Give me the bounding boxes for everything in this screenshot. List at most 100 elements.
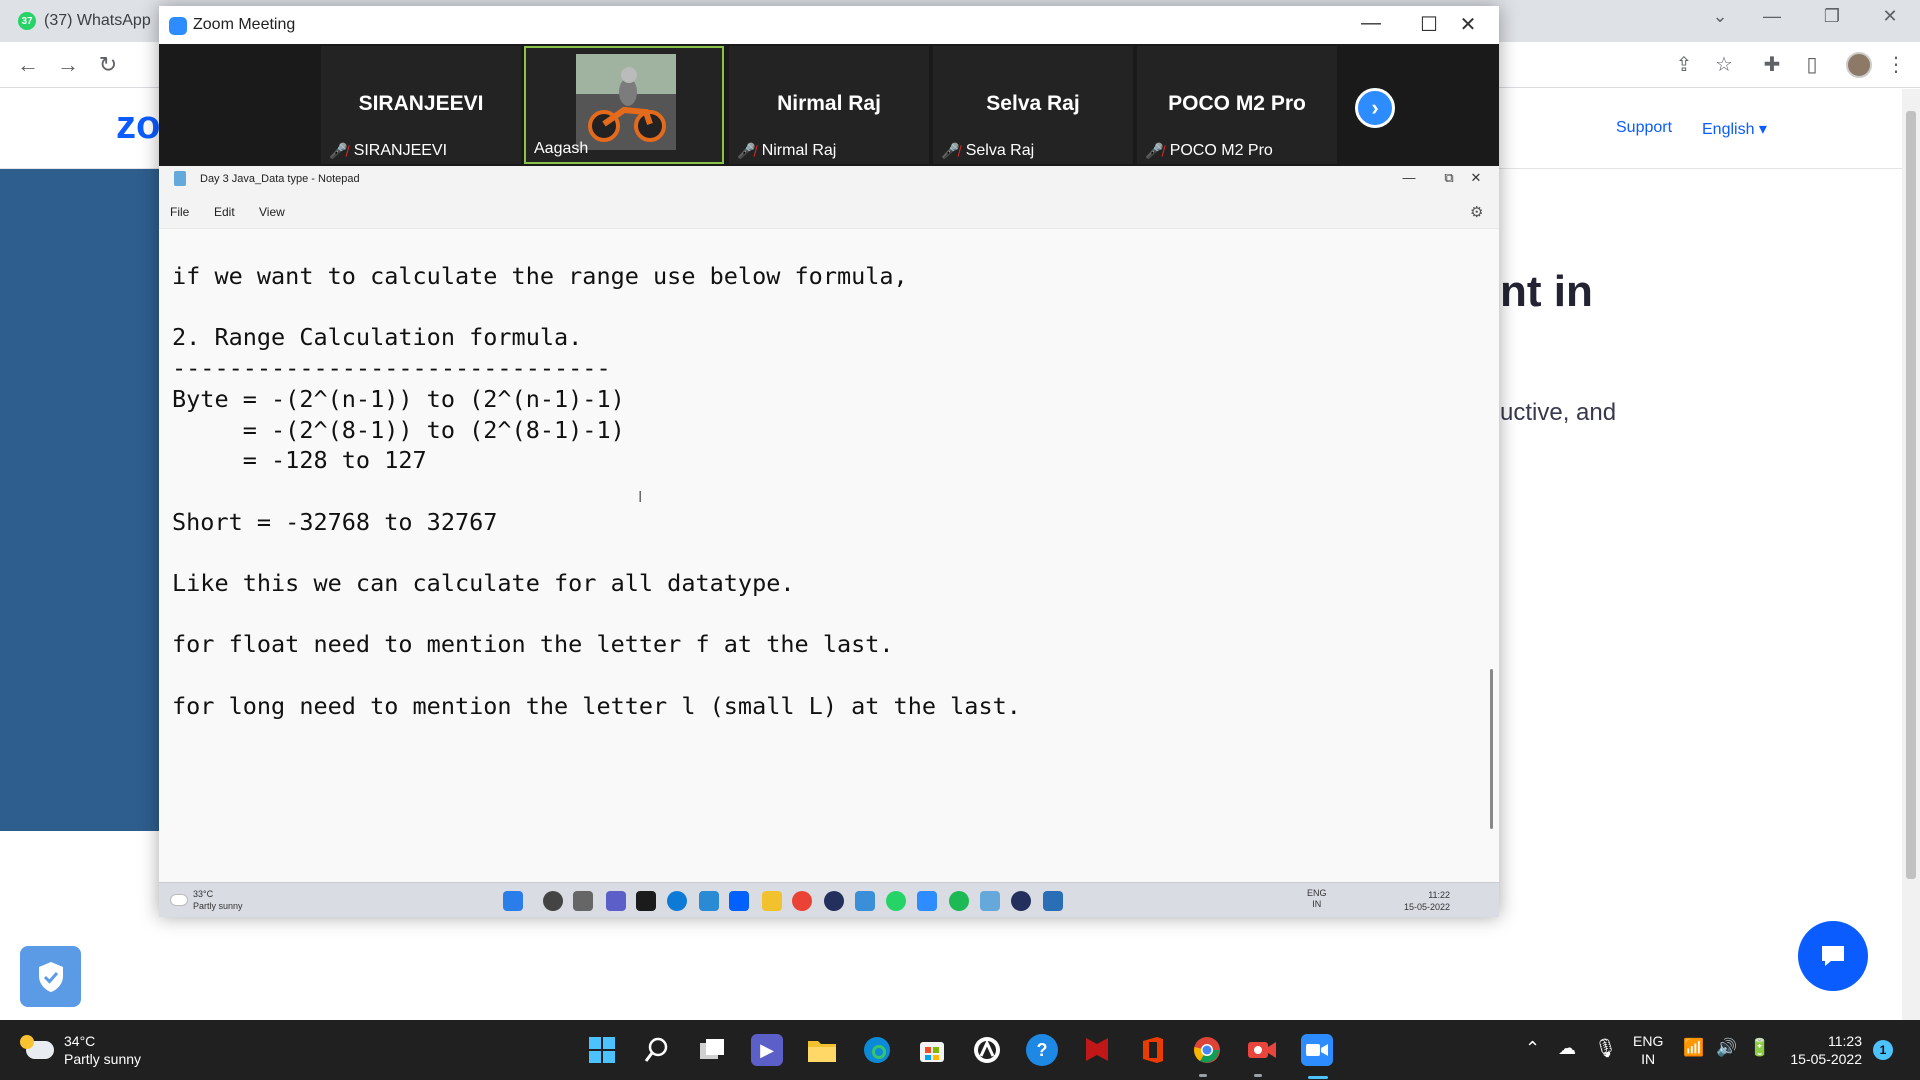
weather-condition: Partly sunny (64, 1051, 142, 1067)
quick-settings[interactable]: 📶 🔊 🔋 (1683, 1038, 1771, 1058)
participant-tile[interactable]: POCO M2 Pro 🎤̸ POCO M2 Pro (1137, 46, 1337, 164)
notepad-close-button[interactable]: ✕ (1461, 170, 1491, 186)
photos-icon (1043, 891, 1063, 911)
system-tray: ⌃ ☁ 🎙 (1525, 1038, 1617, 1059)
participant-label: Aagash (534, 140, 588, 158)
share-icon[interactable]: ⇪ (1670, 52, 1698, 77)
notepad-minimize-button[interactable]: — (1394, 170, 1424, 185)
chat-icon[interactable] (1798, 921, 1868, 991)
tab-whatsapp[interactable]: 37 (37) WhatsApp (18, 8, 151, 34)
zoom-close-button[interactable]: ✕ (1448, 12, 1488, 37)
weather-widget[interactable]: 34°C Partly sunny (20, 1032, 142, 1068)
extensions-icon[interactable]: ✚ (1758, 52, 1786, 77)
participant-name: POCO M2 Pro (1169, 142, 1273, 159)
participant-tile[interactable]: SIRANJEEVI 🎤̸ SIRANJEEVI (321, 46, 521, 164)
nav-language-dropdown[interactable]: English ▾ (1702, 119, 1767, 139)
participant-display-name: POCO M2 Pro (1168, 92, 1306, 115)
menu-kebab-icon[interactable]: ⋮ (1882, 52, 1910, 77)
gallery-next-arrow-icon[interactable]: › (1355, 88, 1395, 128)
file-explorer-icon[interactable] (806, 1034, 838, 1066)
participant-tile[interactable]: Selva Raj 🎤̸ Selva Raj (933, 46, 1133, 164)
participant-display-name: Selva Raj (986, 92, 1080, 115)
notepad-icon (174, 171, 186, 186)
shared-language: ENG IN (1307, 888, 1327, 910)
mic-muted-icon: 🎤̸ (1145, 143, 1164, 160)
tab-search-icon[interactable]: ⌄ (1700, 6, 1740, 27)
lang-bottom: IN (1641, 1051, 1656, 1067)
onedrive-icon[interactable]: ☁ (1558, 1038, 1576, 1059)
zoom-icon[interactable] (1301, 1034, 1333, 1066)
wifi-icon: 📶 (1683, 1038, 1705, 1057)
mcafee-icon[interactable] (1081, 1034, 1113, 1066)
mic-muted-icon: 🎤̸ (941, 143, 960, 160)
text-cursor-icon: I (638, 489, 643, 506)
notepad-scrollbar[interactable] (1490, 669, 1493, 829)
page-scrollbar[interactable] (1902, 89, 1920, 1020)
search-icon[interactable] (641, 1034, 673, 1066)
chevron-up-icon[interactable]: ⌃ (1525, 1038, 1540, 1059)
bookmark-star-icon[interactable]: ☆ (1710, 52, 1738, 77)
participant-label: 🎤̸ POCO M2 Pro (1145, 142, 1273, 160)
participant-video (576, 54, 676, 150)
help-icon[interactable]: ? (1026, 1034, 1058, 1066)
participant-tile[interactable]: Nirmal Raj 🎤̸ Nirmal Raj (729, 46, 929, 164)
weather-temp: 34°C (64, 1033, 96, 1049)
participant-name: SIRANJEEVI (353, 142, 448, 159)
partly-sunny-icon (20, 1035, 54, 1059)
forward-icon[interactable]: → (54, 52, 82, 78)
close-button[interactable]: ✕ (1870, 6, 1910, 27)
profile-avatar[interactable] (1846, 52, 1872, 78)
whatsapp-icon (886, 891, 906, 911)
shield-icon[interactable] (20, 946, 81, 1007)
edge-icon[interactable] (861, 1034, 893, 1066)
restore-button[interactable]: ❐ (1812, 6, 1852, 27)
battery-icon: 🔋 (1749, 1038, 1771, 1057)
chrome-icon[interactable] (1191, 1034, 1223, 1066)
notepad-title: Day 3 Java_Data type - Notepad (200, 173, 360, 185)
settings-gear-icon[interactable]: ⚙ (1470, 203, 1483, 221)
mic-muted-icon: 🎤̸ (329, 143, 348, 160)
app-icon[interactable] (971, 1034, 1003, 1066)
notification-badge[interactable]: 1 (1873, 1040, 1893, 1060)
participant-tile-active-speaker[interactable]: Aagash (524, 46, 724, 164)
participant-name: Aagash (534, 140, 589, 157)
task-view-icon (573, 891, 593, 911)
zoom-logo[interactable]: zo (116, 103, 160, 148)
reload-icon[interactable]: ↻ (94, 52, 122, 78)
shared-time: 11:22 (1428, 890, 1451, 900)
microsoft-store-icon[interactable] (916, 1034, 948, 1066)
zoom-icon (917, 891, 937, 911)
shared-weather-widget: 33°C Partly sunny (171, 888, 243, 912)
zoom-app-icon (169, 17, 187, 35)
notepad-text-area[interactable]: if we want to calculate the range use be… (159, 228, 1499, 882)
nav-support-link[interactable]: Support (1616, 119, 1672, 137)
hero-blue-panel (0, 169, 160, 831)
microphone-icon[interactable]: 🎙 (1594, 1038, 1617, 1059)
side-panel-icon[interactable]: ▯ (1798, 52, 1826, 77)
menu-edit[interactable]: Edit (214, 205, 235, 219)
shared-screen: Day 3 Java_Data type - Notepad — ⧉ ✕ Fil… (159, 166, 1499, 917)
dropbox-icon (729, 891, 749, 911)
teams-icon (606, 891, 626, 911)
volume-icon: 🔊 (1716, 1038, 1738, 1057)
back-icon[interactable]: ← (14, 52, 42, 78)
task-view-icon[interactable] (696, 1034, 728, 1066)
clock[interactable]: 11:23 15-05-2022 (1776, 1032, 1862, 1068)
shared-lang-bottom: IN (1312, 899, 1322, 909)
language-indicator[interactable]: ENG IN (1633, 1032, 1663, 1068)
teams-chat-icon[interactable]: ▶ (751, 1034, 783, 1066)
menu-view[interactable]: View (259, 205, 285, 219)
video-camera-icon[interactable] (1246, 1034, 1278, 1066)
zoom-minimize-button[interactable]: — (1351, 12, 1391, 35)
lang-top: ENG (1633, 1033, 1664, 1049)
start-icon[interactable] (586, 1034, 618, 1066)
notepad-maximize-button[interactable]: ⧉ (1434, 170, 1464, 186)
scrollbar-thumb[interactable] (1906, 111, 1916, 879)
minimize-button[interactable]: — (1752, 6, 1792, 27)
office-icon[interactable] (1136, 1034, 1168, 1066)
notepad-content[interactable]: if we want to calculate the range use be… (172, 261, 1021, 722)
zoom-maximize-button[interactable]: ☐ (1409, 12, 1449, 37)
shared-screen-taskbar: 33°C Partly sunny ENG IN 11:22 15-05-2022 (159, 882, 1499, 917)
start-icon (503, 891, 523, 911)
menu-file[interactable]: File (170, 205, 189, 219)
